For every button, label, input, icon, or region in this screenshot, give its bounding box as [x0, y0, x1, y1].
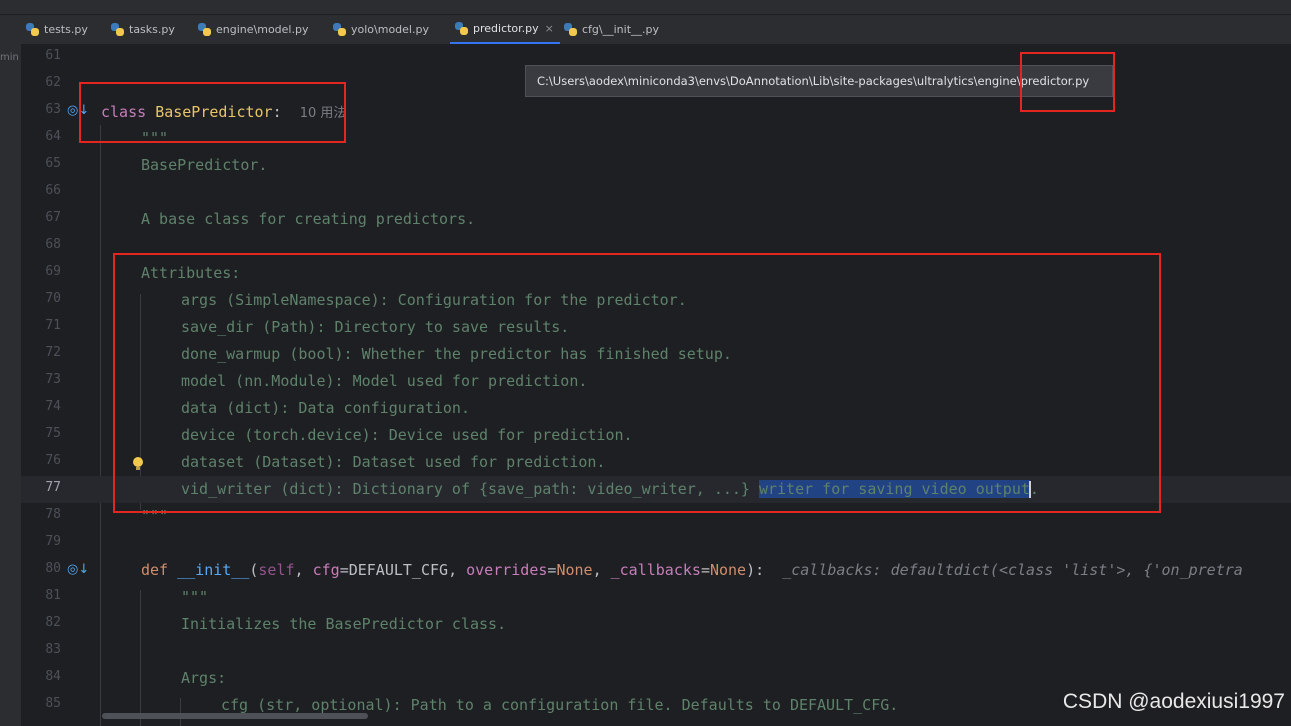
line-number: 67 [45, 210, 61, 225]
param-default: None [709, 561, 747, 579]
method-declaration: def __init__(self, cfg=DEFAULT_CFG, over… [141, 561, 1243, 579]
highlight-box-filename [1020, 52, 1115, 112]
docstring-text: BasePredictor. [141, 156, 268, 174]
tab-label: predictor.py [473, 22, 539, 35]
tab-label: engine\model.py [216, 23, 309, 36]
param-default: None [556, 561, 593, 579]
watermark: CSDN @aodexiusi1997 [1062, 690, 1285, 713]
line-number: 83 [45, 642, 61, 657]
line-number: 62 [45, 75, 61, 90]
line-number: 84 [45, 669, 61, 684]
code-line: 79 [21, 530, 1291, 557]
line-number: 69 [45, 264, 61, 279]
left-tool-strip [0, 44, 21, 726]
python-file-icon [198, 23, 211, 36]
line-number: 85 [45, 696, 61, 711]
code-line: 83 [21, 638, 1291, 665]
line-number: 81 [45, 588, 61, 603]
line-number: 70 [45, 291, 61, 306]
python-file-icon [455, 22, 468, 35]
line-number: 66 [45, 183, 61, 198]
line-number: 75 [45, 426, 61, 441]
inline-value-hint: _callbacks: defaultdict(<class 'list'>, … [782, 561, 1243, 579]
docstring-text: A base class for creating predictors. [141, 210, 476, 228]
line-number: 65 [45, 156, 61, 171]
tab-predictor-py[interactable]: predictor.py × [450, 15, 560, 44]
line-number: 79 [45, 534, 61, 549]
line-number: 76 [45, 453, 61, 468]
docstring-text: Args: [181, 669, 227, 687]
docstring-text: """ [181, 588, 209, 606]
line-number: 68 [45, 237, 61, 252]
param-name: _callbacks [610, 561, 701, 579]
code-line: 65 BasePredictor. [21, 152, 1291, 179]
python-file-icon [333, 23, 346, 36]
param-name: cfg [312, 561, 340, 579]
left-strip-label: min [0, 52, 19, 63]
def-keyword: def [141, 561, 169, 579]
code-line: 67 A base class for creating predictors. [21, 206, 1291, 233]
method-name: __init__ [177, 561, 250, 579]
tab-label: tests.py [44, 23, 88, 36]
line-number: 80 [45, 561, 61, 576]
tab-engine-model-py[interactable]: engine\model.py [198, 15, 308, 44]
editor-tab-bar: tests.py tasks.py engine\model.py yolo\m… [0, 15, 1291, 45]
python-file-icon [111, 23, 124, 36]
line-number: 82 [45, 615, 61, 630]
override-gutter-icon[interactable]: ◎↓ [67, 562, 89, 577]
tab-tasks-py[interactable]: tasks.py [111, 15, 175, 44]
line-number: 74 [45, 399, 61, 414]
line-number: 77 [45, 480, 61, 495]
line-number: 72 [45, 345, 61, 360]
tab-cfg-init-py[interactable]: cfg\__init__.py [564, 15, 659, 44]
line-number: 61 [45, 48, 61, 63]
param-name: overrides [466, 561, 548, 579]
line-number: 78 [45, 507, 61, 522]
code-line: 66 [21, 179, 1291, 206]
code-line: 84 Args: [21, 665, 1291, 692]
line-number: 64 [45, 129, 61, 144]
param-default: DEFAULT_CFG [348, 561, 449, 579]
code-line: 81 """ [21, 584, 1291, 611]
tab-yolo-model-py[interactable]: yolo\model.py [333, 15, 429, 44]
signature-end: ): [746, 561, 765, 579]
highlight-box-class [79, 82, 346, 143]
self-param: self [258, 561, 295, 579]
tab-label: tasks.py [129, 23, 175, 36]
docstring-text: Initializes the BasePredictor class. [181, 615, 507, 633]
line-number: 71 [45, 318, 61, 333]
python-file-icon [564, 23, 577, 36]
close-icon[interactable]: × [545, 22, 554, 35]
tab-label: yolo\model.py [351, 23, 429, 36]
line-number: 63 [45, 102, 61, 117]
tab-tests-py[interactable]: tests.py [26, 15, 88, 44]
horizontal-scrollbar[interactable] [102, 713, 368, 719]
highlight-box-attributes [113, 253, 1161, 513]
python-file-icon [26, 23, 39, 36]
docstring-text: cfg (str, optional): Path to a configura… [221, 696, 899, 714]
code-line: 82 Initializes the BasePredictor class. [21, 611, 1291, 638]
line-number: 73 [45, 372, 61, 387]
tab-label: cfg\__init__.py [582, 23, 659, 36]
code-line: 80 ◎↓ def __init__(self, cfg=DEFAULT_CFG… [21, 557, 1291, 584]
window-top-strip [0, 0, 1291, 15]
